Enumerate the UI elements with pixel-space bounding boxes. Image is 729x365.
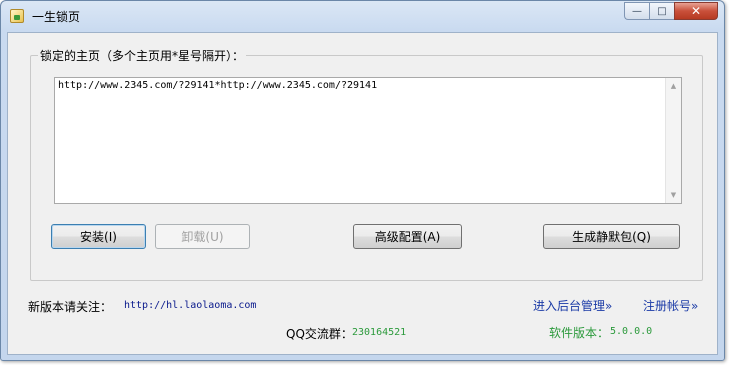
qq-group-label: QQ交流群： <box>286 327 353 341</box>
new-version-url[interactable]: http://hl.laolaoma.com <box>124 300 256 311</box>
uninstall-button[interactable]: 卸载(U) <box>155 224 250 249</box>
software-version-value: 5.0.0.0 <box>610 326 653 337</box>
homepage-groupbox: 锁定的主页（多个主页用*星号隔开）： http://www.2345.com/?… <box>30 47 703 281</box>
title-bar[interactable]: 一生锁页 — □ ✕ <box>1 1 724 31</box>
main-window: 一生锁页 — □ ✕ 锁定的主页（多个主页用*星号隔开）： http://www… <box>0 0 725 361</box>
textarea-scrollbar[interactable]: ▲ ▼ <box>665 78 681 203</box>
close-button[interactable]: ✕ <box>674 2 718 20</box>
maximize-button[interactable]: □ <box>649 2 674 20</box>
qq-group-number: 230164521 <box>352 327 407 338</box>
new-version-notice-label: 新版本请关注： <box>28 300 113 314</box>
minimize-icon: — <box>632 5 642 17</box>
software-version-label: 软件版本： <box>549 326 610 340</box>
window-title: 一生锁页 <box>32 10 81 24</box>
scroll-up-arrow-icon[interactable]: ▲ <box>666 78 681 94</box>
app-icon <box>10 9 24 23</box>
register-account-link[interactable]: 注册帐号» <box>643 297 698 314</box>
install-button[interactable]: 安装(I) <box>51 224 146 249</box>
homepage-group-label: 锁定的主页（多个主页用*星号隔开）： <box>38 47 247 64</box>
admin-panel-link[interactable]: 进入后台管理» <box>533 297 612 314</box>
generate-silent-package-button[interactable]: 生成静默包(Q) <box>543 224 680 249</box>
caption-buttons: — □ ✕ <box>624 2 718 20</box>
close-icon: ✕ <box>690 4 702 18</box>
advanced-config-button[interactable]: 高级配置(A) <box>353 224 462 249</box>
minimize-button[interactable]: — <box>624 2 649 20</box>
scroll-down-arrow-icon[interactable]: ▼ <box>666 187 681 203</box>
maximize-icon: □ <box>657 5 667 17</box>
homepage-urls-textarea[interactable]: http://www.2345.com/?29141*http://www.23… <box>54 77 682 204</box>
homepage-urls-value: http://www.2345.com/?29141*http://www.23… <box>58 80 378 91</box>
client-area: 锁定的主页（多个主页用*星号隔开）： http://www.2345.com/?… <box>7 32 718 355</box>
